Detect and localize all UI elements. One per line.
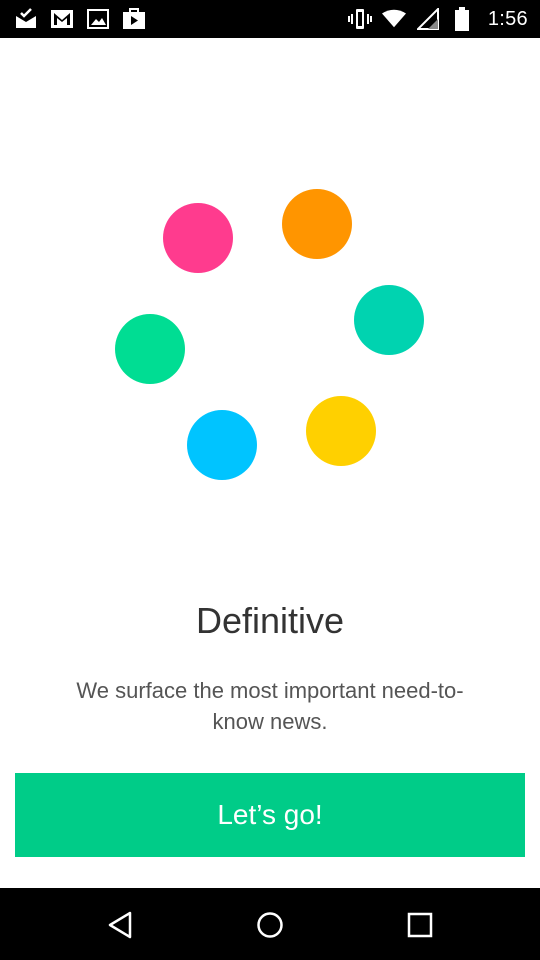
dot-green <box>115 314 185 384</box>
gallery-icon <box>86 7 110 31</box>
onboarding-description: We surface the most important need-to-kn… <box>76 678 464 734</box>
mail-check-icon <box>14 7 38 31</box>
gmail-icon <box>50 7 74 31</box>
status-bar: 1:56 <box>0 0 540 38</box>
vibrate-icon <box>347 7 372 31</box>
back-icon[interactable] <box>103 908 137 942</box>
home-icon[interactable] <box>253 908 287 942</box>
lets-go-button[interactable]: Let’s go! <box>15 773 525 857</box>
battery-icon <box>450 7 474 31</box>
dot-teal <box>354 285 424 355</box>
onboarding-title: Definitive <box>195 600 345 641</box>
dot-pink <box>163 203 233 273</box>
dot-orange <box>282 189 352 259</box>
signal-icon <box>416 7 440 31</box>
dot-yellow <box>306 396 376 466</box>
dot-blue <box>187 410 257 480</box>
recents-icon[interactable] <box>403 908 437 942</box>
navigation-bar <box>0 888 540 960</box>
wifi-icon <box>381 7 406 31</box>
clock: 1:56 <box>487 7 528 30</box>
play-store-icon <box>122 7 146 31</box>
